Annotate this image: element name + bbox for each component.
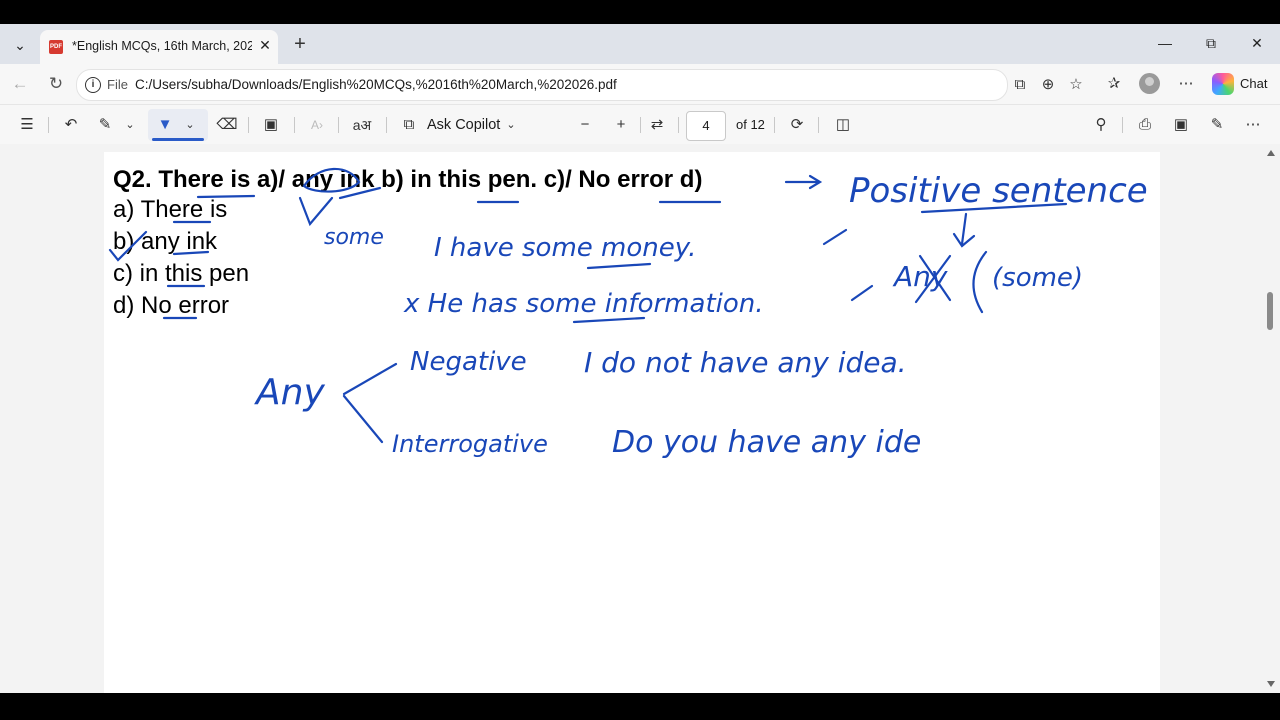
divider xyxy=(386,117,387,133)
example-some-information: x He has some information. xyxy=(403,289,764,319)
pdf-toolbar: ☰ ↶ ✎ ⌄ ▼ ⌄ ⌫ ▣ A› aअ ⧉ Ask Copilot ⌄ − … xyxy=(0,104,1280,145)
info-icon[interactable]: i xyxy=(85,77,101,93)
back-button[interactable]: ← xyxy=(7,72,33,96)
translate-icon[interactable]: aअ xyxy=(348,113,376,137)
negative-example: I do not have any idea. xyxy=(584,346,907,379)
more-options-icon[interactable]: ⋯ xyxy=(1240,113,1266,137)
pdf-icon: PDF xyxy=(49,40,63,54)
circle-mark xyxy=(302,167,361,193)
pdf-viewport[interactable]: Q2. There is a)/ any ink b) in this pen.… xyxy=(0,144,1262,693)
some-paren-label: (some) xyxy=(992,263,1083,293)
interrogative-example: Do you have any ide xyxy=(612,425,921,460)
copilot-icon[interactable]: ⧉ xyxy=(398,113,420,137)
url-scheme-label: File xyxy=(107,77,128,92)
minimize-button[interactable]: — xyxy=(1150,32,1180,54)
handwritten-annotations: Positive sentence some I have some money… xyxy=(108,167,1148,460)
divider xyxy=(248,117,249,133)
divider xyxy=(818,117,819,133)
print-icon[interactable]: ⎙ xyxy=(1132,113,1158,137)
paren-mark xyxy=(972,250,988,314)
highlight-icon[interactable]: ✎ xyxy=(92,113,118,137)
url-text[interactable]: C:/Users/subha/Downloads/English%20MCQs,… xyxy=(135,77,617,92)
save-icon[interactable]: ▣ xyxy=(1168,113,1194,137)
copilot-vision-icon[interactable]: ⧉ xyxy=(1009,74,1031,96)
example-some-money: I have some money. xyxy=(434,233,696,263)
address-bar-row: ← ↻ i File C:/Users/subha/Downloads/Engl… xyxy=(0,64,1280,104)
any-label: Any xyxy=(254,372,325,413)
close-window-button[interactable]: ✕ xyxy=(1242,32,1272,54)
divider xyxy=(1122,117,1123,133)
draw-icon: ▼ xyxy=(157,116,173,133)
favorite-star-icon[interactable]: ☆ xyxy=(1065,74,1087,96)
copilot-icon[interactable] xyxy=(1212,73,1234,95)
save-as-icon[interactable]: ✎ xyxy=(1204,113,1230,137)
underline-mark xyxy=(196,194,256,199)
draw-chevron-icon[interactable]: ⌄ xyxy=(180,113,200,137)
ask-copilot-chevron-icon[interactable]: ⌄ xyxy=(502,113,520,137)
check-mark xyxy=(108,230,148,262)
scroll-up-icon[interactable] xyxy=(1267,150,1275,156)
zoom-out-icon[interactable]: − xyxy=(572,113,598,137)
divider xyxy=(678,117,679,133)
highlight-chevron-icon[interactable]: ⌄ xyxy=(120,113,140,137)
check-mark xyxy=(298,196,334,227)
divider xyxy=(48,117,49,133)
ask-copilot-button[interactable]: Ask Copilot xyxy=(427,113,500,137)
arrow-mark xyxy=(784,174,823,190)
rotate-icon[interactable]: ⟳ xyxy=(784,113,810,137)
total-pages-label: of 12 xyxy=(736,117,765,132)
positive-sentence-label: Positive sentence xyxy=(849,171,1148,211)
page-number-input[interactable]: 4 xyxy=(686,111,726,141)
branch-line xyxy=(342,362,398,396)
add-text-icon[interactable]: ▣ xyxy=(258,113,284,137)
new-tab-button[interactable]: + xyxy=(288,32,312,56)
address-bar[interactable]: i File C:/Users/subha/Downloads/English%… xyxy=(76,69,1083,101)
restore-button[interactable]: ⧉ xyxy=(1196,32,1226,54)
zoom-in-icon[interactable]: + xyxy=(608,113,634,137)
pdf-page: Q2. There is a)/ any ink b) in this pen.… xyxy=(104,152,1160,693)
divider xyxy=(774,117,775,133)
undo-icon[interactable]: ↶ xyxy=(58,113,84,137)
zoom-icon[interactable]: ⊕ xyxy=(1037,74,1059,96)
any-crossed-label: Any xyxy=(892,260,948,293)
more-menu-icon[interactable]: ⋯ xyxy=(1174,73,1198,95)
browser-window: ⌄ PDF *English MCQs, 16th March, 2026.pd… xyxy=(0,24,1280,693)
contents-list-icon[interactable]: ☰ xyxy=(14,113,40,137)
read-aloud-icon[interactable]: A› xyxy=(304,113,330,137)
tab-title: *English MCQs, 16th March, 2026.pdf xyxy=(72,39,252,53)
favorites-icon[interactable]: ✰ xyxy=(1102,73,1126,95)
interrogative-label: Interrogative xyxy=(392,430,548,458)
underline-mark xyxy=(172,250,210,256)
vertical-scrollbar[interactable] xyxy=(1262,144,1280,693)
chat-button[interactable]: Chat xyxy=(1240,76,1267,91)
search-icon[interactable]: ⚲ xyxy=(1088,113,1114,137)
tab-strip: ⌄ PDF *English MCQs, 16th March, 2026.pd… xyxy=(0,24,1280,64)
draw-tool-button[interactable]: ▼ ⌄ xyxy=(148,109,208,141)
divider xyxy=(294,117,295,133)
fit-to-width-icon[interactable]: ⇄ xyxy=(644,113,670,137)
scroll-thumb[interactable] xyxy=(1267,292,1273,330)
negative-label: Negative xyxy=(410,347,527,377)
some-label: some xyxy=(324,225,384,250)
check-mark xyxy=(822,228,848,246)
tab-actions-chevron-icon[interactable]: ⌄ xyxy=(6,32,34,58)
scroll-down-icon[interactable] xyxy=(1267,681,1275,687)
eraser-icon[interactable]: ⌫ xyxy=(214,113,240,137)
divider xyxy=(338,117,339,133)
arrow-mark xyxy=(952,212,976,248)
tab-pdf[interactable]: PDF *English MCQs, 16th March, 2026.pdf … xyxy=(40,30,278,64)
branch-line xyxy=(342,394,384,444)
avatar[interactable] xyxy=(1139,73,1160,94)
page-view-icon[interactable]: ◫ xyxy=(830,113,856,137)
divider xyxy=(640,117,641,133)
close-tab-icon[interactable]: ✕ xyxy=(256,36,274,54)
refresh-button[interactable]: ↻ xyxy=(43,72,69,96)
underline-mark xyxy=(586,262,652,270)
check-mark xyxy=(850,284,874,302)
